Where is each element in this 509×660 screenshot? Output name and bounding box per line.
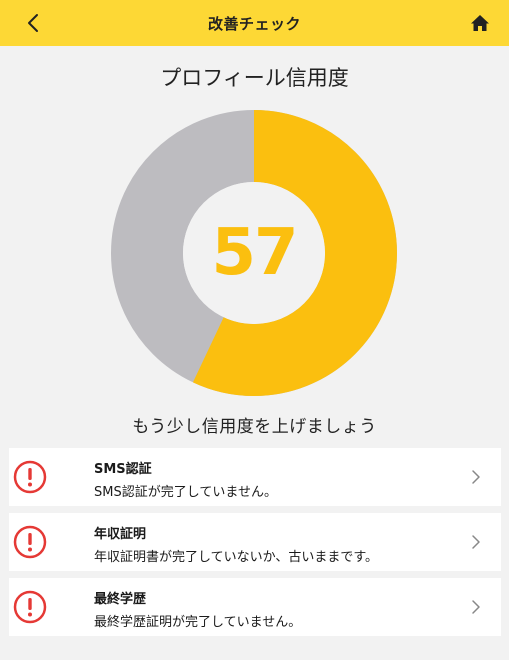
home-icon (471, 15, 489, 31)
item-title: 最終学歴 (94, 592, 147, 607)
alert-circle-icon (13, 590, 47, 624)
chevron-left-icon (28, 14, 38, 32)
item-description: 年収証明書が完了していないか、古いままです。 (94, 550, 379, 565)
item-title: SMS認証 (94, 462, 152, 477)
improvement-list: SMS認証 SMS認証が完了していません。 年収証明 年収証明書が完了していない… (9, 448, 501, 643)
list-item-income[interactable]: 年収証明 年収証明書が完了していないか、古いままです。 (9, 513, 501, 571)
chevron-right-icon (472, 470, 480, 484)
home-button[interactable] (465, 8, 495, 38)
section-title: プロフィール信用度 (160, 66, 349, 90)
improvement-message: もう少し信用度を上げましょう (132, 417, 377, 437)
item-description: 最終学歴証明が完了していません。 (94, 615, 302, 630)
page-title: 改善チェック (207, 14, 301, 33)
back-button[interactable] (18, 8, 48, 38)
list-item-education[interactable]: 最終学歴 最終学歴証明が完了していません。 (9, 578, 501, 636)
chevron-right-icon (472, 600, 480, 614)
list-item-sms[interactable]: SMS認証 SMS認証が完了していません。 (9, 448, 501, 506)
alert-circle-icon (13, 460, 47, 494)
item-description: SMS認証が完了していません。 (94, 485, 277, 500)
credit-score-value: 57 (211, 216, 298, 290)
alert-circle-icon (13, 525, 47, 559)
chevron-right-icon (472, 535, 480, 549)
app-header: 改善チェック (0, 0, 509, 46)
item-title: 年収証明 (94, 527, 147, 542)
